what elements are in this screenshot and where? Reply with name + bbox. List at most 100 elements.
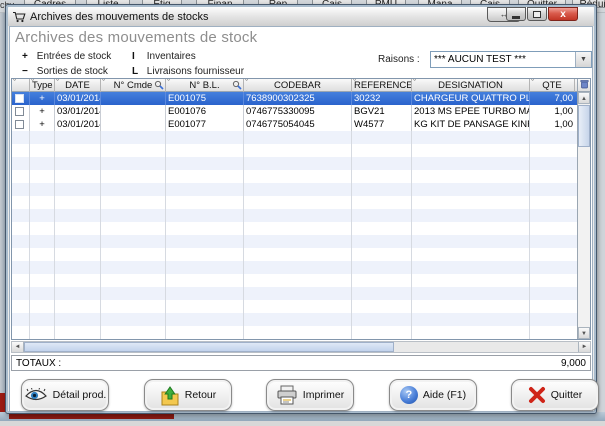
legend-livraisons-symbol: L: [132, 66, 144, 77]
horizontal-scroll-track[interactable]: [394, 342, 578, 352]
dialog-content: Archives des mouvements de stock + Entré…: [9, 26, 593, 412]
scroll-down-button[interactable]: ▼: [578, 327, 590, 339]
cell-codebar: 7638900302325: [244, 92, 352, 105]
cell-bl: E001077: [166, 118, 244, 131]
table-row[interactable]: + 03/01/2014 E001077 0746775054045 W4577…: [12, 118, 590, 131]
cart-icon: [12, 11, 26, 23]
cell-type: +: [30, 105, 55, 118]
cell-bl: E001076: [166, 105, 244, 118]
close-icon: x: [560, 9, 566, 20]
maximize-button[interactable]: [527, 7, 547, 21]
cell-designation: 2013 MS EPEE TURBO MAX STE: [412, 105, 530, 118]
totals-label: TOTAUX :: [12, 358, 561, 369]
table-empty-area: [12, 131, 577, 339]
cell-type: +: [30, 118, 55, 131]
vertical-scrollbar[interactable]: ▲ ▼: [577, 79, 590, 339]
horizontal-scroll-thumb[interactable]: [24, 342, 394, 352]
vertical-scroll-thumb[interactable]: [578, 105, 590, 147]
help-label: Aide (F1): [423, 389, 466, 401]
quit-button[interactable]: Quitter: [511, 379, 599, 411]
header-bl[interactable]: °N° B.L.: [166, 79, 244, 92]
search-icon[interactable]: [232, 80, 242, 90]
horizontal-scrollbar[interactable]: ◄ ►: [11, 341, 591, 353]
window-controls: x: [505, 7, 578, 21]
eye-icon: [24, 388, 48, 402]
scroll-up-button[interactable]: ▲: [578, 92, 590, 104]
cell-qte: 1,00: [530, 105, 575, 118]
raisons-select[interactable]: *** AUCUN TEST *** ▼: [430, 51, 592, 68]
column-pin-icon: °: [102, 79, 105, 86]
header-cmde[interactable]: °N° Cmde: [101, 79, 166, 92]
trash-icon[interactable]: [578, 79, 590, 92]
row-checkbox-cell: [12, 92, 30, 105]
print-label: Imprimer: [303, 389, 344, 401]
column-divider: [54, 131, 55, 339]
totals-bar: TOTAUX : 9,000: [11, 355, 591, 371]
totals-value: 9,000: [561, 358, 590, 369]
header-reference[interactable]: °REFERENCE: [352, 79, 412, 92]
cell-type: +: [30, 92, 55, 105]
cell-bl: E001075: [166, 92, 244, 105]
column-divider: [165, 131, 166, 339]
column-pin-icon: °: [167, 79, 170, 86]
header-select[interactable]: °: [12, 79, 30, 92]
column-pin-icon: °: [413, 79, 416, 86]
header-date[interactable]: °DATE: [55, 79, 101, 92]
legend-entrees-symbol: +: [22, 51, 34, 62]
table-row[interactable]: + 03/01/2014 E001075 7638900302325 30232…: [12, 92, 590, 105]
detail-product-button[interactable]: Détail prod.: [21, 379, 109, 411]
column-divider: [100, 131, 101, 339]
legend-sorties-label: Sorties de stock: [37, 66, 108, 77]
help-icon: ?: [400, 386, 418, 404]
quit-label: Quitter: [551, 389, 583, 401]
minimize-icon: [512, 16, 520, 19]
return-button[interactable]: Retour: [144, 379, 232, 411]
search-icon[interactable]: [154, 80, 164, 90]
column-divider: [411, 131, 412, 339]
window-title: Archives des mouvements de stocks: [26, 11, 209, 23]
printer-icon: [276, 385, 298, 405]
cell-designation: CHARGEUR QUATTRO PLUS + 2: [412, 92, 530, 105]
print-button[interactable]: Imprimer: [266, 379, 354, 411]
scroll-left-button[interactable]: ◄: [12, 342, 24, 352]
legend-inventaires: I Inventaires: [132, 51, 196, 62]
row-checkbox[interactable]: [15, 120, 24, 129]
chevron-down-icon[interactable]: ▼: [575, 52, 591, 67]
cell-codebar: 0746775054045: [244, 118, 352, 131]
row-checkbox-cell: [12, 105, 30, 118]
minimize-button[interactable]: [506, 7, 526, 21]
cell-qte: 7,00: [530, 92, 575, 105]
help-button[interactable]: ? Aide (F1): [389, 379, 477, 411]
cell-reference: W4577: [352, 118, 412, 131]
close-button[interactable]: x: [548, 7, 578, 21]
column-divider: [243, 131, 244, 339]
raisons-label: Raisons :: [378, 54, 420, 65]
stock-movements-table: ° °Type °DATE °N° Cmde °N° B.L. °CODEBAR…: [11, 78, 591, 340]
header-type[interactable]: °Type: [30, 79, 55, 92]
legend-livraisons-label: Livraisons fournisseur: [147, 66, 244, 77]
header-qte[interactable]: °QTE: [530, 79, 575, 92]
row-checkbox[interactable]: [15, 94, 24, 103]
row-checkbox[interactable]: [15, 107, 24, 116]
scroll-right-button[interactable]: ►: [578, 342, 590, 352]
folder-return-icon: [160, 385, 180, 406]
column-pin-icon: °: [245, 79, 248, 86]
header-designation[interactable]: °DESIGNATION: [412, 79, 530, 92]
cell-date: 03/01/2014: [55, 92, 101, 105]
detail-product-label: Détail prod.: [53, 389, 107, 401]
arrow-left-icon: ◄: [15, 344, 21, 350]
desktop-strip: [0, 421, 605, 426]
legend-sorties: − Sorties de stock: [22, 66, 108, 77]
column-divider: [29, 131, 30, 339]
legend-sorties-symbol: −: [22, 66, 34, 77]
legend-livraisons: L Livraisons fournisseur: [132, 66, 244, 77]
header-codebar[interactable]: °CODEBAR: [244, 79, 352, 92]
legend-inventaires-label: Inventaires: [147, 51, 196, 62]
table-row[interactable]: + 03/01/2014 E001076 0746775330095 BGV21…: [12, 105, 590, 118]
cell-cmde: [101, 118, 166, 131]
cell-date: 03/01/2014: [55, 118, 101, 131]
column-pin-icon: °: [13, 79, 16, 86]
return-label: Retour: [185, 389, 217, 401]
archives-dialog: Archives des mouvements de stocks ↔ x Ar…: [5, 4, 597, 414]
column-divider: [529, 131, 530, 339]
